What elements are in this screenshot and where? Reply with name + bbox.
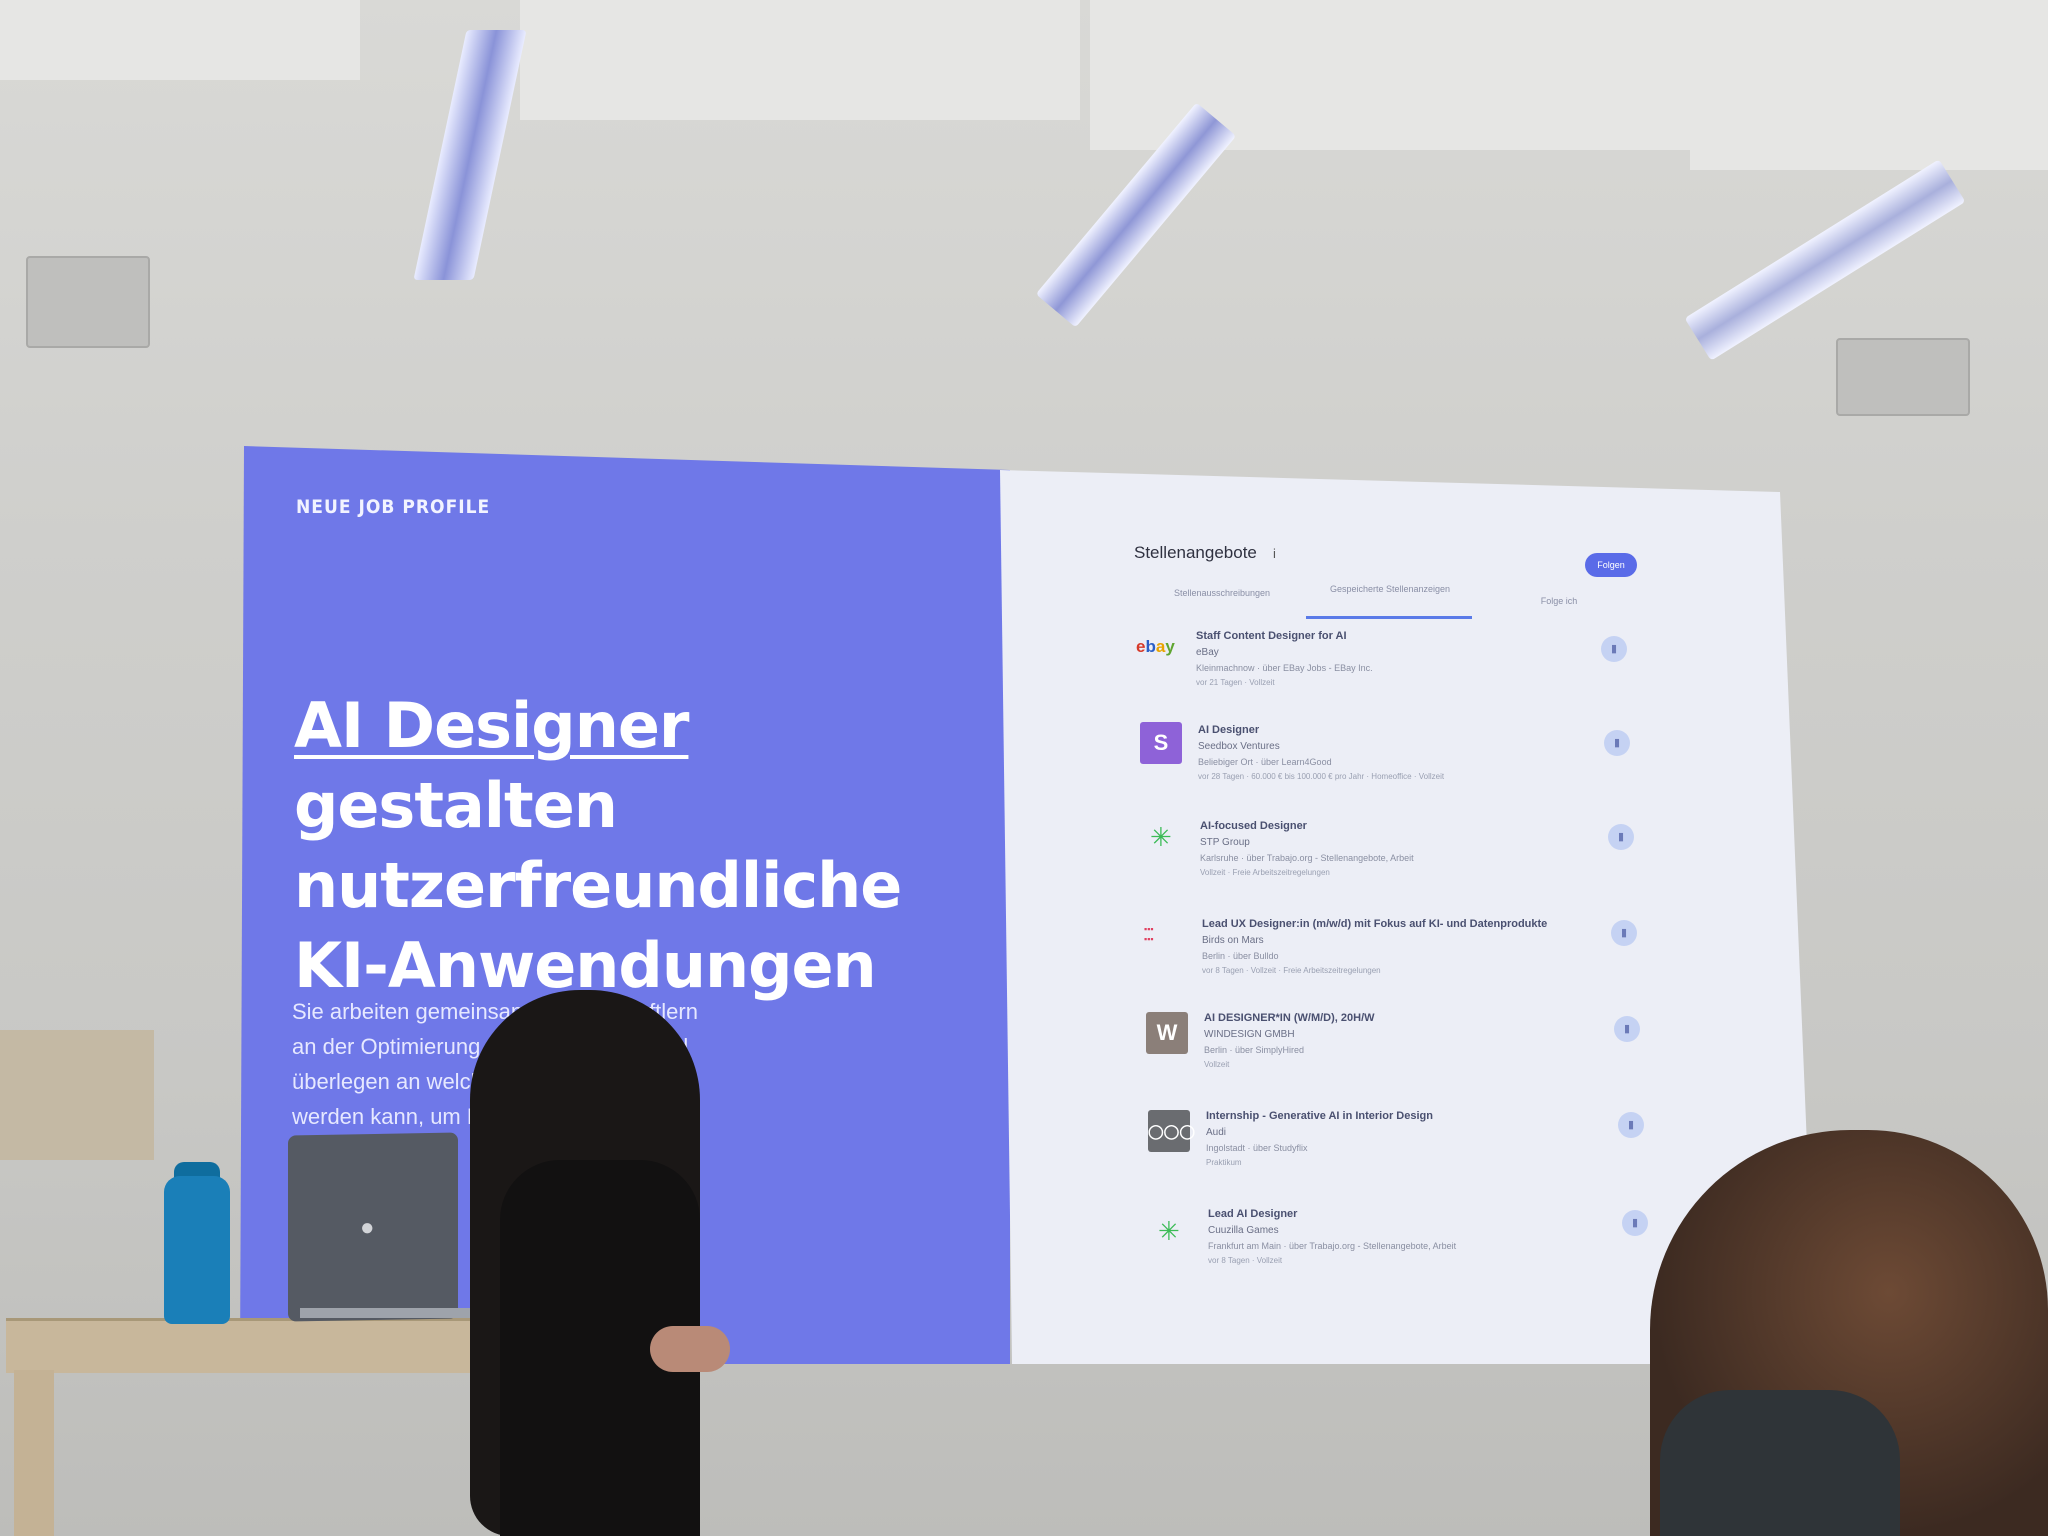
- slide-headline: AI Designer gestalten nutzerfreundliche …: [294, 686, 934, 1006]
- seedbox-logo: S: [1140, 722, 1182, 764]
- active-tab-indicator: [1306, 616, 1472, 619]
- slide-eyebrow: NEUE JOB PROFILE: [296, 496, 491, 518]
- list-item[interactable]: Lead UX Designer:in (m/w/d) mit Fokus au…: [1202, 918, 1622, 975]
- bookmark-icon[interactable]: ▮: [1608, 824, 1634, 850]
- job-meta: vor 28 Tagen · 60.000 € bis 100.000 € pr…: [1198, 772, 1445, 781]
- bookmark-icon[interactable]: ▮: [1618, 1112, 1644, 1138]
- ebay-logo: ebay: [1136, 637, 1175, 656]
- bookmark-icon[interactable]: ▮: [1622, 1210, 1648, 1236]
- birds-on-mars-logo: ▪▪▪ ▪▪▪: [1144, 924, 1154, 944]
- presenter-hands: [650, 1326, 730, 1372]
- jobs-title: Stellenangebote: [1134, 543, 1257, 562]
- wall-speaker: [1836, 338, 1970, 416]
- audience-member-shirt: [1660, 1390, 1900, 1536]
- headline-part: nutzerfreundliche: [294, 849, 902, 922]
- job-meta: Vollzeit · Freie Arbeitszeitregelungen: [1200, 868, 1330, 877]
- job-location: Berlin · über SimplyHired: [1204, 1045, 1305, 1055]
- bookmark-icon[interactable]: ▮: [1601, 636, 1627, 662]
- star-logo-icon: ✳: [1150, 822, 1172, 852]
- job-location: Berlin · über Bulldo: [1202, 951, 1279, 961]
- job-location: Kleinmachnow · über EBay Jobs - EBay Inc…: [1196, 663, 1373, 673]
- audi-logo: ◯◯◯: [1148, 1110, 1195, 1152]
- job-meta: vor 8 Tagen · Vollzeit: [1208, 1256, 1283, 1265]
- info-icon: i: [1273, 546, 1276, 561]
- job-company: Birds on Mars: [1202, 935, 1264, 946]
- table-leg: [14, 1370, 54, 1536]
- job-meta: Vollzeit: [1204, 1060, 1230, 1069]
- windesign-logo: W: [1146, 1012, 1188, 1054]
- job-meta: vor 21 Tagen · Vollzeit: [1196, 678, 1275, 687]
- bookmark-icon[interactable]: ▮: [1604, 730, 1630, 756]
- tab-gespeicherte[interactable]: Gespeicherte Stellenanzeigen: [1320, 584, 1460, 594]
- ceiling-panel: [0, 0, 360, 80]
- tab-folge-ich[interactable]: Folge ich: [1524, 596, 1594, 606]
- apple-logo-icon: ●: [360, 1214, 375, 1241]
- job-title: Lead UX Designer:in (m/w/d) mit Fokus au…: [1202, 918, 1548, 930]
- job-location: Karlsruhe · über Trabajo.org - Stellenan…: [1200, 853, 1414, 863]
- ceiling-panel: [1690, 0, 2048, 170]
- bookmark-icon[interactable]: ▮: [1614, 1016, 1640, 1042]
- ceiling-panel: [520, 0, 1080, 120]
- job-location: Frankfurt am Main · über Trabajo.org - S…: [1208, 1241, 1457, 1251]
- headline-underlined: AI Designer: [294, 689, 689, 762]
- wall-speaker: [26, 256, 150, 348]
- job-location: Ingolstadt · über Studyflix: [1206, 1143, 1308, 1153]
- water-bottle: [164, 1176, 230, 1324]
- job-location: Beliebiger Ort · über Learn4Good: [1198, 757, 1332, 767]
- follow-button[interactable]: Folgen: [1585, 553, 1637, 577]
- job-meta: vor 8 Tagen · Vollzeit · Freie Arbeitsze…: [1202, 966, 1381, 975]
- star-logo-icon: ✳: [1158, 1216, 1180, 1246]
- headline-part: gestalten: [294, 769, 618, 842]
- bookmark-icon[interactable]: ▮: [1611, 920, 1637, 946]
- tab-stellenausschreibungen[interactable]: Stellenausschreibungen: [1160, 588, 1284, 598]
- lectern: [0, 1030, 154, 1160]
- job-meta: Praktikum: [1206, 1158, 1242, 1167]
